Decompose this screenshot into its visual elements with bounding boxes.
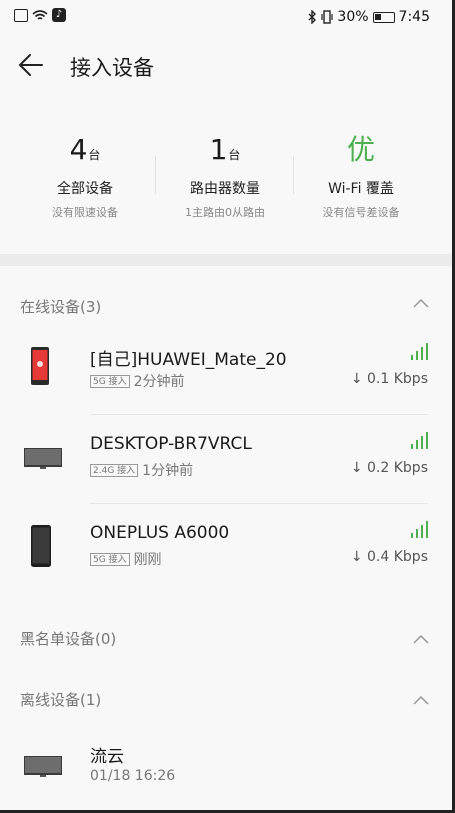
status-bar: ♪ 30% 7:45 <box>0 0 452 36</box>
battery-percent: 30% <box>337 9 369 25</box>
phone-red-icon <box>31 347 49 385</box>
stat-value: 1 <box>209 133 228 166</box>
device-row[interactable]: ONEPLUS A6000 5G 接入 刚刚 ↓ 0.4 Kbps <box>0 503 452 593</box>
device-name: [自己]HUAWEI_Mate_20 <box>90 350 287 370</box>
stat-unit: 台 <box>228 148 241 162</box>
screen: ♪ 30% 7:45 接入设备 4台 全部设备 没有限速设备 1台 路由器数量 … <box>0 0 455 813</box>
back-button[interactable] <box>18 48 52 82</box>
last-seen: 1分钟前 <box>142 463 194 479</box>
stat-value-wrap: 优 <box>286 130 436 170</box>
vibrate-icon <box>321 10 334 24</box>
device-meta: 2.4G 接入 1分钟前 <box>90 460 193 480</box>
phone-black-icon <box>31 525 51 567</box>
stat-value: 4 <box>69 133 88 166</box>
clock: 7:45 <box>398 9 430 25</box>
stat-value-wrap: 4台 <box>10 130 160 170</box>
device-row[interactable]: [自己]HUAWEI_Mate_20 5G 接入 2分钟前 ↓ 0.1 Kbps <box>0 325 452 415</box>
stat-router-count[interactable]: 1台 路由器数量 1主路由0从路由 <box>150 130 300 220</box>
last-seen: 刚刚 <box>133 552 162 568</box>
stat-unit: 台 <box>88 148 101 162</box>
battery-icon <box>372 11 395 23</box>
bluetooth-icon <box>308 10 317 24</box>
stat-label: 路由器数量 <box>190 181 260 197</box>
download-speed: ↓ 0.1 Kbps <box>350 371 428 387</box>
monitor-icon <box>24 448 62 469</box>
device-row[interactable]: 流云 01/18 16:26 <box>0 722 452 810</box>
section-blacklist-header[interactable]: 黑名单设备(0) <box>0 618 452 658</box>
sim-icon <box>14 8 28 22</box>
band-tag: 5G 接入 <box>90 374 130 388</box>
stat-label: Wi-Fi 覆盖 <box>328 181 394 197</box>
band-tag: 2.4G 接入 <box>90 463 139 477</box>
download-speed: ↓ 0.4 Kbps <box>350 549 428 565</box>
stat-all-devices[interactable]: 4台 全部设备 没有限速设备 <box>10 130 160 220</box>
device-row[interactable]: DESKTOP-BR7VRCL 2.4G 接入 1分钟前 ↓ 0.2 Kbps <box>0 414 452 504</box>
signal-strength-icon <box>411 521 428 538</box>
device-meta: 5G 接入 刚刚 <box>90 549 162 569</box>
stats-panel: 4台 全部设备 没有限速设备 1台 路由器数量 1主路由0从路由 优 Wi-Fi… <box>0 130 452 230</box>
download-speed: ↓ 0.2 Kbps <box>350 460 428 476</box>
page-title: 接入设备 <box>70 56 154 80</box>
section-online-header[interactable]: 在线设备(3) <box>0 286 452 326</box>
last-seen: 2分钟前 <box>133 374 185 390</box>
chevron-up-icon[interactable] <box>412 630 430 648</box>
wifi-icon <box>32 9 48 20</box>
status-left: ♪ <box>14 8 66 22</box>
device-meta: 01/18 16:26 <box>90 768 175 784</box>
section-title: 离线设备(1) <box>20 691 102 709</box>
chevron-up-icon[interactable] <box>412 294 430 312</box>
stat-value: 优 <box>346 133 375 166</box>
status-right: 30% 7:45 <box>308 9 430 25</box>
section-separator <box>0 254 452 266</box>
stat-sub: 没有信号差设备 <box>322 206 400 219</box>
signal-strength-icon <box>411 432 428 449</box>
section-title: 在线设备(3) <box>20 298 102 316</box>
last-seen: 01/18 16:26 <box>90 768 176 784</box>
stat-sub: 没有限速设备 <box>52 206 118 219</box>
stat-value-wrap: 1台 <box>150 130 300 170</box>
signal-strength-icon <box>411 343 428 360</box>
device-name: DESKTOP-BR7VRCL <box>90 434 252 454</box>
tiktok-icon: ♪ <box>52 8 66 22</box>
stat-sub: 1主路由0从路由 <box>185 206 265 219</box>
monitor-icon <box>24 756 62 777</box>
stat-wifi-coverage[interactable]: 优 Wi-Fi 覆盖 没有信号差设备 <box>286 130 436 220</box>
device-name: ONEPLUS A6000 <box>90 523 230 543</box>
stat-label: 全部设备 <box>57 181 113 197</box>
section-offline-header[interactable]: 离线设备(1) <box>0 679 452 719</box>
section-title: 黑名单设备(0) <box>20 630 117 648</box>
device-meta: 5G 接入 2分钟前 <box>90 371 184 391</box>
band-tag: 5G 接入 <box>90 552 130 566</box>
title-bar: 接入设备 <box>0 36 452 96</box>
device-name: 流云 <box>90 747 124 767</box>
arrow-left-icon <box>18 54 43 76</box>
chevron-up-icon[interactable] <box>412 691 430 709</box>
